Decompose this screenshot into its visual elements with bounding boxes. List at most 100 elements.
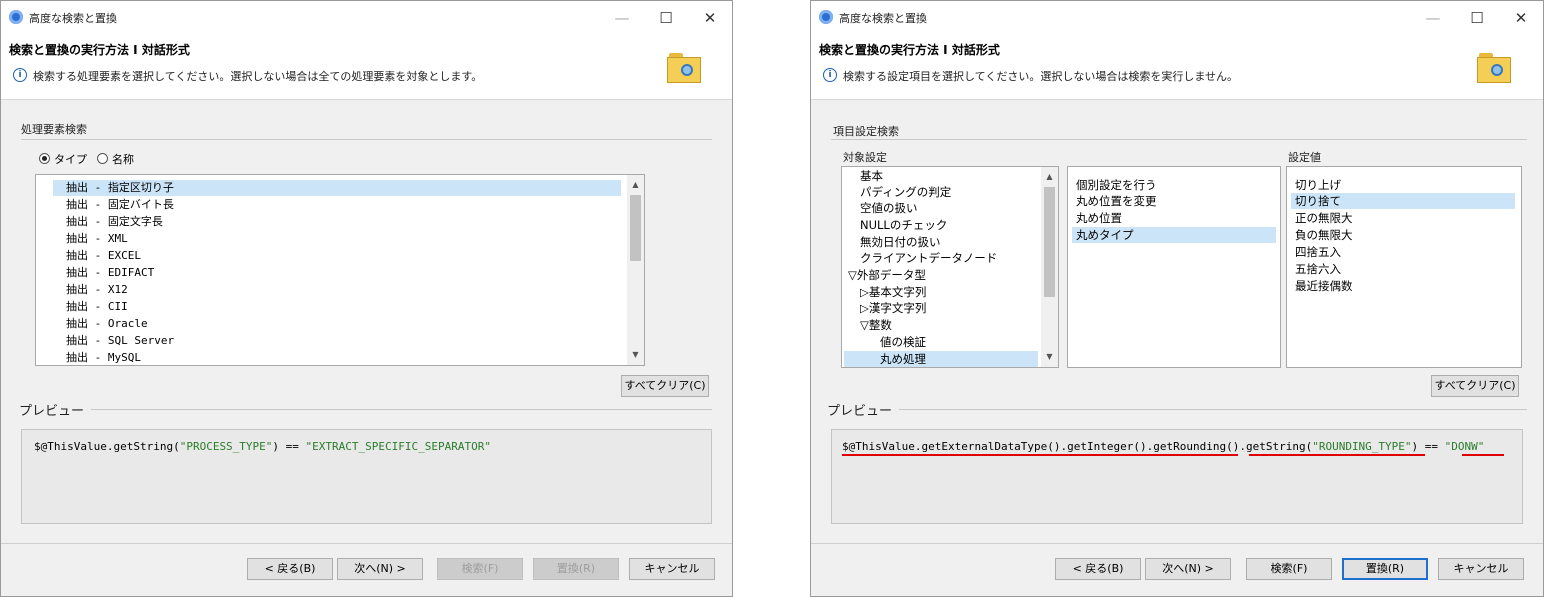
list-item[interactable]: 丸めタイプ	[1072, 227, 1276, 243]
tree-item[interactable]: ▽整数	[860, 317, 892, 333]
highlight-underline	[842, 454, 1238, 456]
setting-options-list[interactable]: 個別設定を行う 丸め位置を変更 丸め位置 丸めタイプ	[1067, 166, 1281, 368]
scroll-thumb[interactable]	[630, 195, 641, 261]
list-item[interactable]: 切り捨て	[1291, 193, 1515, 209]
info-icon: i	[823, 68, 837, 82]
list-item[interactable]: 抽出 - 固定文字長	[66, 214, 163, 230]
cancel-button[interactable]: キャンセル	[1438, 558, 1524, 580]
scroll-down-icon[interactable]: ▼	[1041, 349, 1058, 365]
window-title: 高度な検索と置換	[839, 12, 927, 25]
group-label: 処理要素検索	[21, 123, 87, 136]
preview-label: プレビュー	[19, 404, 85, 419]
tree-item[interactable]: 値の検証	[880, 334, 926, 350]
back-button[interactable]: < 戻る(B)	[1055, 558, 1141, 580]
list-item[interactable]: 個別設定を行う	[1076, 177, 1157, 193]
header-title: 検索と置換の実行方法 I 対話形式	[819, 43, 1000, 57]
next-button[interactable]: 次へ(N) >	[337, 558, 423, 580]
radio-type-label: タイプ	[54, 153, 87, 166]
window-title: 高度な検索と置換	[29, 12, 117, 25]
replace-button[interactable]: 置換(R)	[1342, 558, 1428, 580]
search-button[interactable]: 検索(F)	[1246, 558, 1332, 580]
radio-name[interactable]	[97, 153, 108, 164]
setting-values-list[interactable]: 切り上げ 切り捨て 正の無限大 負の無限大 四捨五入 五捨六入 最近接偶数	[1286, 166, 1522, 368]
close-button[interactable]: ✕	[695, 7, 725, 29]
tree-item[interactable]: 丸め処理	[844, 351, 1038, 367]
list-item[interactable]: 正の無限大	[1295, 210, 1353, 226]
list-item[interactable]: 切り上げ	[1295, 177, 1341, 193]
list-item[interactable]: 最近接偶数	[1295, 278, 1353, 294]
maximize-button[interactable]: ☐	[651, 7, 681, 29]
minimize-button[interactable]: —	[1418, 7, 1448, 29]
info-icon: i	[13, 68, 27, 82]
dialog-header: 検索と置換の実行方法 I 対話形式 i 検索する設定項目を選択してください。選択…	[811, 35, 1543, 100]
tree-item[interactable]: 無効日付の扱い	[860, 234, 941, 250]
group-separator	[831, 139, 1527, 140]
tree-item[interactable]: NULLのチェック	[860, 217, 947, 233]
tree-item[interactable]: パディングの判定	[860, 184, 951, 200]
preview-separator	[899, 409, 1527, 410]
preview-code: $@ThisValue.getString("PROCESS_TYPE") ==…	[34, 440, 491, 453]
title-bar: 高度な検索と置換 — ☐ ✕	[811, 1, 1543, 35]
list-scrollbar[interactable]: ▲ ▼	[627, 175, 644, 365]
list-item[interactable]: 抽出 - SQL Server	[66, 333, 174, 349]
tree-item[interactable]: 基本	[860, 168, 883, 184]
list-item[interactable]: 抽出 - X12	[66, 282, 128, 298]
footer-separator	[1, 543, 732, 544]
search-button[interactable]: 検索(F)	[437, 558, 523, 580]
target-settings-label: 対象設定	[843, 151, 887, 164]
tree-scrollbar[interactable]: ▲ ▼	[1041, 167, 1058, 367]
list-item[interactable]: 抽出 - 固定バイト長	[66, 197, 174, 213]
list-item[interactable]: 抽出 - MySQL	[66, 350, 141, 365]
header-title: 検索と置換の実行方法 I 対話形式	[9, 43, 190, 57]
tree-item[interactable]: ▽外部データ型	[848, 267, 926, 283]
target-settings-tree[interactable]: 基本 パディングの判定 空値の扱い NULLのチェック 無効日付の扱い クライア…	[841, 166, 1059, 368]
app-icon	[819, 10, 833, 24]
scroll-up-icon[interactable]: ▲	[627, 177, 644, 193]
preview-label: プレビュー	[827, 404, 893, 419]
scroll-down-icon[interactable]: ▼	[627, 347, 644, 363]
folder-search-icon	[1477, 53, 1513, 83]
tree-item[interactable]: クライアントデータノード	[860, 250, 997, 266]
list-item[interactable]: 抽出 - EDIFACT	[66, 265, 154, 281]
folder-search-icon	[667, 53, 703, 83]
list-item[interactable]: 五捨六入	[1295, 261, 1341, 277]
title-bar: 高度な検索と置換 — ☐ ✕	[1, 1, 732, 35]
clear-all-button[interactable]: すべてクリア(C)	[621, 375, 709, 397]
highlight-underline	[1462, 454, 1504, 456]
header-message: 検索する設定項目を選択してください。選択しない場合は検索を実行しません。	[843, 70, 1239, 83]
list-item[interactable]: 抽出 - 指定区切り子	[53, 180, 621, 196]
list-item[interactable]: 抽出 - EXCEL	[66, 248, 141, 264]
list-item[interactable]: 丸め位置を変更	[1076, 193, 1157, 209]
radio-type[interactable]	[39, 153, 50, 164]
list-item[interactable]: 抽出 - XML	[66, 231, 128, 247]
tree-item[interactable]: ▷基本文字列	[860, 284, 926, 300]
close-button[interactable]: ✕	[1506, 7, 1536, 29]
footer-separator	[811, 543, 1543, 544]
tree-item[interactable]: ▷漢字文字列	[860, 300, 926, 316]
list-item[interactable]: 抽出 - CII	[66, 299, 128, 315]
list-item[interactable]: 丸め位置	[1076, 210, 1122, 226]
group-label: 項目設定検索	[833, 125, 899, 138]
scroll-up-icon[interactable]: ▲	[1041, 169, 1058, 185]
dialog-header: 検索と置換の実行方法 I 対話形式 i 検索する処理要素を選択してください。選択…	[1, 35, 732, 100]
preview-box: $@ThisValue.getString("PROCESS_TYPE") ==…	[21, 429, 712, 524]
preview-code: $@ThisValue.getExternalDataType().getInt…	[842, 440, 1485, 453]
replace-button[interactable]: 置換(R)	[533, 558, 619, 580]
dialog-right: 高度な検索と置換 — ☐ ✕ 検索と置換の実行方法 I 対話形式 i 検索する設…	[810, 0, 1544, 597]
highlight-underline	[1249, 454, 1425, 456]
preview-box: $@ThisValue.getExternalDataType().getInt…	[831, 429, 1523, 524]
scroll-thumb[interactable]	[1044, 187, 1055, 297]
dialog-left: 高度な検索と置換 — ☐ ✕ 検索と置換の実行方法 I 対話形式 i 検索する処…	[0, 0, 733, 597]
cancel-button[interactable]: キャンセル	[629, 558, 715, 580]
list-item[interactable]: 負の無限大	[1295, 227, 1353, 243]
tree-item[interactable]: 空値の扱い	[860, 200, 918, 216]
list-item[interactable]: 四捨五入	[1295, 244, 1341, 260]
back-button[interactable]: < 戻る(B)	[247, 558, 333, 580]
process-type-list[interactable]: 抽出 - 指定区切り子 抽出 - 固定バイト長 抽出 - 固定文字長 抽出 - …	[35, 174, 645, 366]
maximize-button[interactable]: ☐	[1462, 7, 1492, 29]
clear-all-button[interactable]: すべてクリア(C)	[1431, 375, 1519, 397]
list-item[interactable]: 抽出 - Oracle	[66, 316, 148, 332]
minimize-button[interactable]: —	[607, 7, 637, 29]
radio-name-label: 名称	[112, 153, 134, 166]
next-button[interactable]: 次へ(N) >	[1145, 558, 1231, 580]
